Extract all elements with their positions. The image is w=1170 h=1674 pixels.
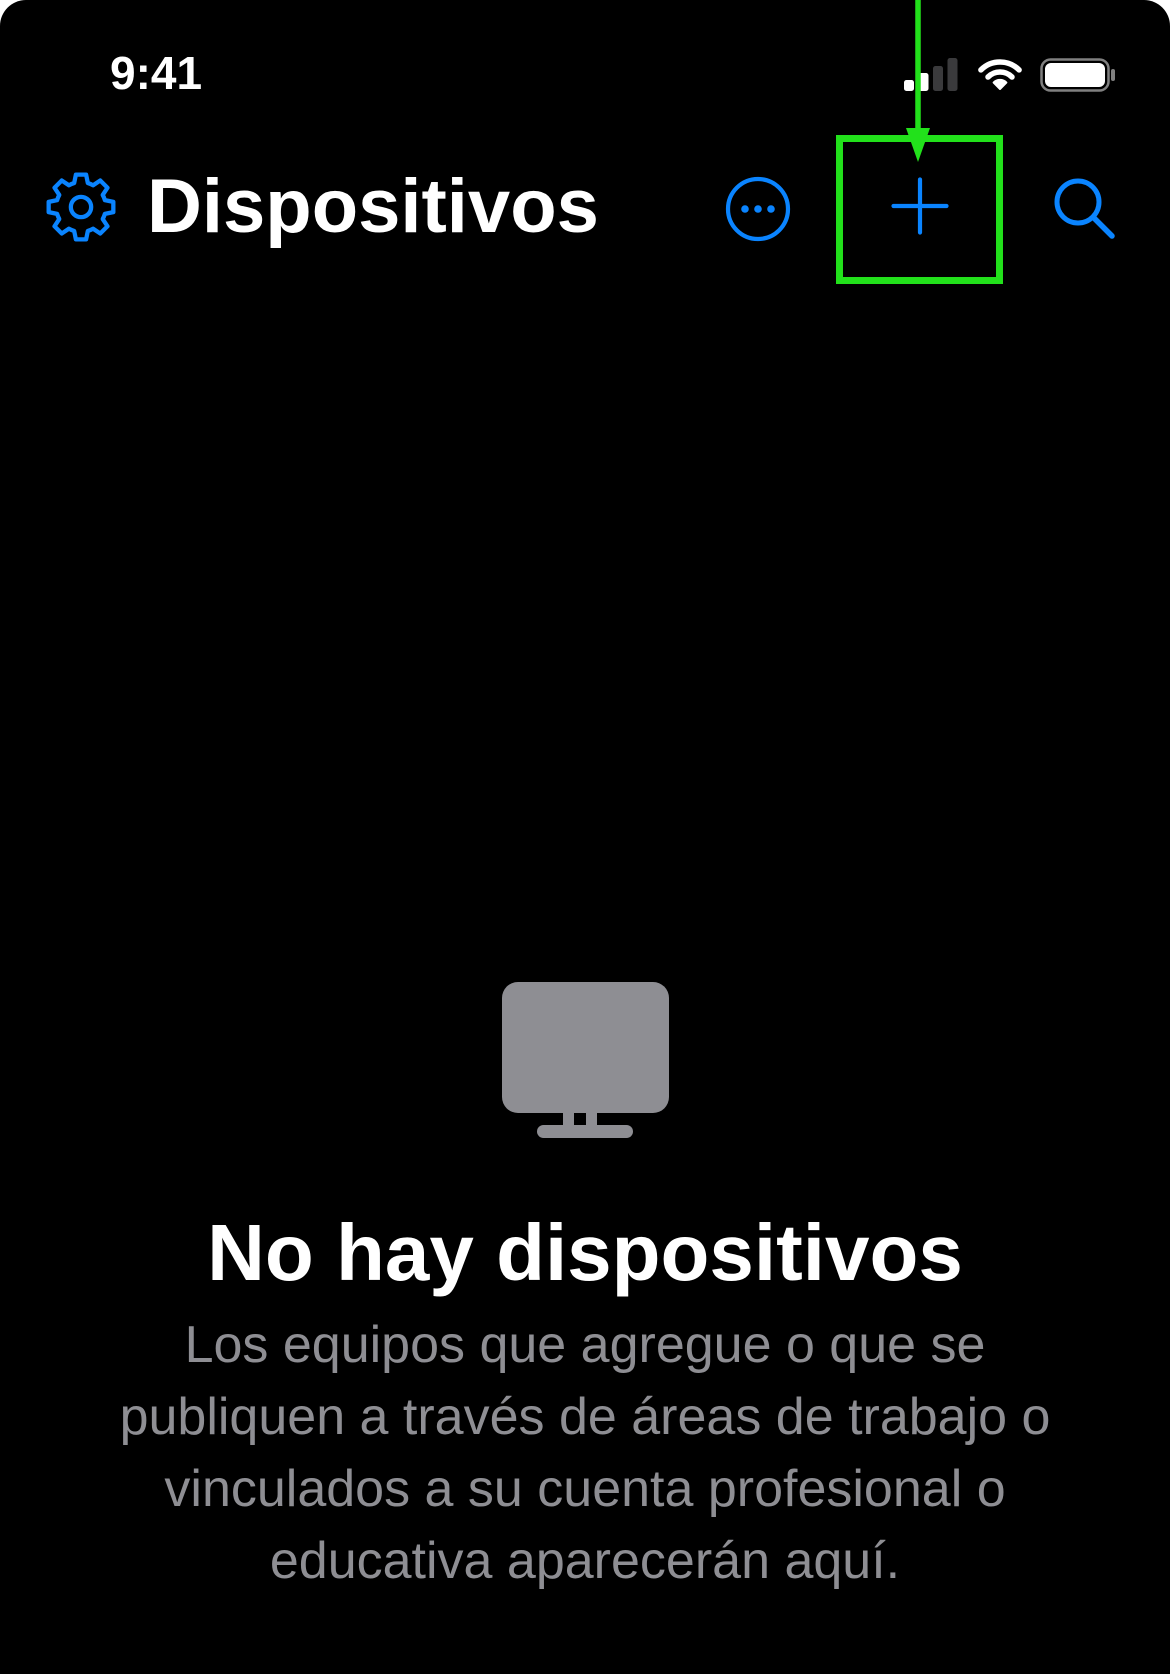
magnifying-glass-icon <box>1054 178 1115 239</box>
plus-icon <box>891 177 949 235</box>
signal-bar <box>933 66 943 91</box>
empty-state-message: Los equipos que agregue o que se publiqu… <box>119 1316 1051 1590</box>
ellipsis-circle-icon <box>725 176 791 242</box>
signal-bar <box>918 73 929 91</box>
gear-icon <box>46 172 116 242</box>
signal-bar <box>947 58 958 91</box>
battery-icon <box>1040 58 1115 92</box>
search-button[interactable] <box>1050 174 1118 242</box>
status-time: 9:41 <box>110 47 203 99</box>
wifi-icon <box>978 59 1022 90</box>
more-options-button[interactable] <box>724 175 792 243</box>
empty-state-title: No hay dispositivos <box>207 1208 963 1297</box>
settings-button[interactable] <box>46 172 116 242</box>
add-button[interactable] <box>886 172 954 240</box>
app-screen: 9:41 Dispositivos No hay dispositivos Lo… <box>0 0 1170 1674</box>
cellular-signal-icon <box>904 58 958 91</box>
battery-fill <box>1045 63 1105 87</box>
desktop-monitor-icon <box>502 982 669 1138</box>
signal-bar <box>904 80 914 91</box>
page-title: Dispositivos <box>147 164 599 249</box>
